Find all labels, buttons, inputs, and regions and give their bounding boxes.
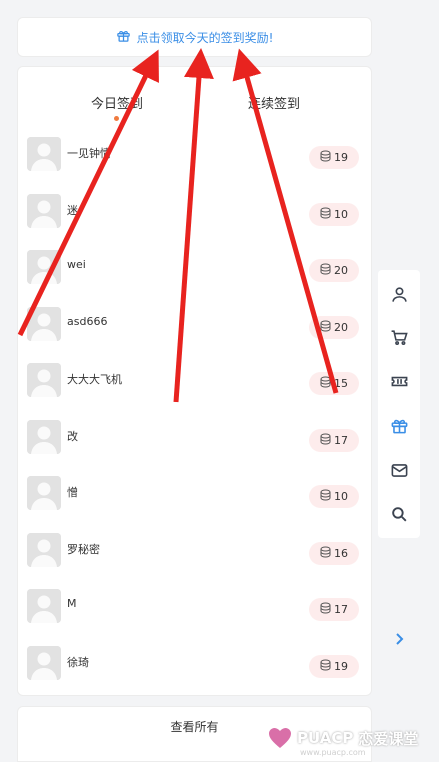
mail-icon[interactable]: [389, 460, 409, 480]
avatar[interactable]: [27, 419, 61, 454]
list-item: 憎 10: [18, 462, 371, 519]
user-name[interactable]: 一见钟情: [67, 145, 111, 161]
points-badge: 17: [309, 598, 359, 621]
points-value: 15: [334, 377, 348, 390]
tab-today-checkin[interactable]: 今日签到: [91, 93, 143, 112]
points-badge: 10: [309, 485, 359, 508]
coin-icon: [320, 546, 331, 561]
checkin-tabs: 今日签到 连续签到: [18, 67, 371, 129]
avatar[interactable]: [27, 476, 61, 510]
user-name[interactable]: 迷: [67, 202, 78, 218]
avatar[interactable]: [27, 193, 61, 228]
coin-icon: [320, 376, 331, 391]
gift-icon[interactable]: [389, 415, 409, 435]
user-icon[interactable]: [389, 284, 409, 304]
user-name[interactable]: asd666: [67, 315, 107, 328]
list-item: 一见钟情 19: [18, 123, 371, 180]
points-value: 17: [334, 603, 348, 616]
points-badge: 15: [309, 372, 359, 395]
avatar[interactable]: [27, 250, 61, 284]
points-value: 16: [334, 546, 348, 560]
heart-logo-icon: [269, 728, 291, 748]
list-item: 徐琦 19: [18, 632, 371, 689]
points-value: 20: [334, 320, 348, 334]
list-item: 改 17: [18, 406, 371, 463]
search-icon[interactable]: [389, 504, 409, 524]
coin-icon: [320, 207, 331, 222]
user-name[interactable]: M: [67, 597, 77, 610]
points-badge: 20: [309, 259, 359, 282]
checkin-card: 今日签到 连续签到 一见钟情 19 迷 10 wei 20 asd666 20 大大大飞机 15 改…: [17, 66, 372, 696]
avatar[interactable]: [27, 645, 61, 680]
avatar[interactable]: [27, 363, 61, 397]
watermark-name: 恋爱课堂: [358, 729, 419, 748]
side-toolbar: [378, 270, 420, 538]
coin-icon: [320, 263, 331, 278]
avatar[interactable]: [27, 137, 61, 171]
list-item: asd666 20: [18, 293, 371, 350]
checkin-user-list: 一见钟情 19 迷 10 wei 20 asd666 20 大大大飞机 15 改 17 憎 10 罗秘密 16…: [18, 123, 371, 688]
coin-icon: [320, 659, 331, 674]
points-value: 19: [334, 659, 348, 673]
cart-icon[interactable]: [389, 327, 409, 347]
points-badge: 19: [309, 146, 359, 169]
list-item: M 17: [18, 575, 371, 632]
coin-icon: [320, 489, 331, 504]
ticket-icon[interactable]: [389, 371, 409, 391]
list-item: wei 20: [18, 236, 371, 293]
list-item: 罗秘密 16: [18, 519, 371, 576]
points-badge: 10: [309, 202, 359, 226]
watermark-brand: PUACP: [297, 729, 354, 747]
list-item: 迷 10: [18, 180, 371, 237]
points-value: 10: [334, 207, 348, 221]
gift-icon: [116, 28, 131, 46]
watermark: PUACP 恋爱课堂: [268, 726, 418, 750]
chevron-right-icon[interactable]: [391, 631, 407, 647]
coin-icon: [320, 320, 331, 335]
checkin-reward-banner[interactable]: 点击领取今天的签到奖励!: [17, 17, 372, 57]
points-badge: 19: [309, 654, 359, 678]
user-name[interactable]: 罗秘密: [67, 541, 100, 557]
points-badge: 16: [309, 541, 359, 565]
points-badge: 20: [309, 315, 359, 339]
avatar[interactable]: [27, 306, 61, 341]
user-name[interactable]: 徐琦: [67, 654, 89, 670]
coin-icon: [320, 433, 331, 448]
active-tab-indicator: [114, 116, 119, 121]
user-name[interactable]: 改: [67, 428, 78, 444]
points-value: 19: [334, 151, 348, 164]
user-name[interactable]: wei: [67, 258, 86, 271]
points-badge: 17: [309, 428, 359, 452]
watermark-site: www.puacp.com: [300, 748, 366, 757]
tab-continuous-checkin[interactable]: 连续签到: [248, 93, 300, 112]
avatar[interactable]: [27, 532, 61, 567]
list-item: 大大大飞机 15: [18, 349, 371, 406]
points-value: 17: [334, 433, 348, 447]
coin-icon: [320, 150, 331, 165]
points-value: 20: [334, 264, 348, 277]
avatar[interactable]: [27, 589, 61, 623]
user-name[interactable]: 憎: [67, 484, 78, 500]
user-name[interactable]: 大大大飞机: [67, 371, 122, 387]
points-value: 10: [334, 490, 348, 503]
banner-text: 点击领取今天的签到奖励!: [136, 30, 274, 45]
coin-icon: [320, 602, 331, 617]
